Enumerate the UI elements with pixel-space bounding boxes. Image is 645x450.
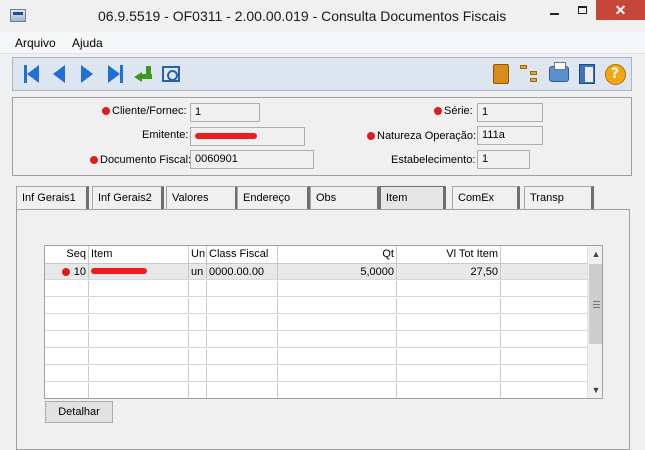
previous-record-button[interactable] (48, 63, 70, 85)
enter-button[interactable] (132, 63, 154, 85)
tree-button[interactable] (519, 63, 541, 85)
first-record-button[interactable] (20, 63, 42, 85)
toolbar: ? (12, 57, 632, 91)
vertical-scrollbar[interactable]: ▲ ▼ (587, 246, 602, 398)
column-header-vl-tot-item[interactable]: Vl Tot Item (397, 246, 501, 263)
column-header-item[interactable]: Item (89, 246, 189, 263)
next-record-button[interactable] (76, 63, 98, 85)
enter-icon (134, 66, 152, 82)
scroll-up-arrow-icon[interactable]: ▲ (588, 246, 602, 262)
estabelecimento-field[interactable]: 1 (477, 150, 530, 169)
grid-header: Seq Item Un Class Fiscal Qt Vl Tot Item (45, 246, 587, 264)
last-record-button[interactable] (104, 63, 126, 85)
column-header-seq[interactable]: Seq (45, 246, 89, 263)
detalhar-button[interactable]: Detalhar (45, 401, 113, 423)
required-indicator (434, 107, 442, 115)
zoom-button[interactable] (160, 63, 182, 85)
menu-ajuda[interactable]: Ajuda (72, 36, 103, 50)
natureza-operacao-label: Natureza Operação: (377, 130, 477, 142)
natureza-operacao-field[interactable]: 111a (477, 126, 543, 145)
next-record-icon (81, 65, 93, 83)
column-header-un[interactable]: Un (189, 246, 207, 263)
title-bar: 06.9.5519 - OF0311 - 2.00.00.019 - Consu… (0, 0, 645, 32)
estabelecimento-label: Estabelecimento: (391, 154, 476, 166)
book-icon (493, 64, 509, 84)
required-indicator (102, 107, 110, 115)
class-fiscal-cell: 0000.00.00 (207, 264, 278, 279)
tab-bar: Inf Gerais1 Inf Gerais2 Valores Endereço… (16, 186, 630, 210)
redaction-mark (91, 268, 147, 275)
tab-valores[interactable]: Valores (166, 186, 238, 210)
cliente-label: Cliente/Fornec: (112, 105, 187, 117)
close-button[interactable]: ✕ (596, 0, 645, 20)
un-cell: un (189, 264, 207, 279)
seq-cell: 10 (45, 264, 89, 279)
serie-field[interactable]: 1 (477, 103, 543, 122)
column-header-qt[interactable]: Qt (278, 246, 397, 263)
menu-arquivo[interactable]: Arquivo (15, 36, 56, 50)
tab-transp[interactable]: Transp (524, 186, 594, 210)
book-button[interactable] (490, 63, 512, 85)
minimize-icon (549, 13, 559, 15)
vl-tot-item-cell: 27,50 (397, 264, 501, 279)
documento-fiscal-label: Documento Fiscal: (100, 154, 192, 166)
qt-cell: 5,0000 (278, 264, 397, 279)
table-row[interactable] (45, 298, 587, 314)
serie-label: Série: (444, 105, 473, 117)
previous-record-icon (53, 65, 65, 83)
cliente-field[interactable]: 1 (190, 103, 260, 122)
table-row[interactable] (45, 315, 587, 331)
close-icon: ✕ (614, 1, 627, 18)
tree-icon (520, 65, 540, 83)
maximize-button[interactable] (568, 0, 596, 20)
menu-bar: Arquivo Ajuda (0, 32, 645, 54)
table-row[interactable] (45, 281, 587, 297)
column-header-class-fiscal[interactable]: Class Fiscal (207, 246, 278, 263)
tab-inf-gerais1[interactable]: Inf Gerais1 (16, 186, 89, 210)
first-record-icon (23, 65, 39, 83)
required-indicator (90, 156, 98, 164)
emitente-field[interactable] (190, 127, 305, 146)
minimize-button[interactable] (540, 0, 568, 20)
table-row[interactable]: 10 un 0000.00.00 5,0000 27,50 (45, 264, 587, 280)
items-grid: Seq Item Un Class Fiscal Qt Vl Tot Item … (44, 245, 603, 399)
help-button[interactable]: ? (604, 63, 626, 85)
table-row[interactable] (45, 332, 587, 348)
help-icon: ? (604, 63, 626, 85)
emitente-label: Emitente: (142, 129, 189, 141)
tab-comex[interactable]: ComEx (452, 186, 520, 210)
last-record-icon (107, 65, 123, 83)
redaction-mark (195, 133, 257, 140)
print-icon (549, 62, 569, 82)
exit-button[interactable] (576, 63, 598, 85)
required-indicator (367, 132, 375, 140)
scroll-down-arrow-icon[interactable]: ▼ (588, 382, 602, 398)
exit-door-icon (579, 64, 595, 84)
seq-value: 10 (73, 266, 86, 278)
documento-fiscal-field[interactable]: 0060901 (190, 150, 314, 169)
scrollbar-thumb[interactable] (589, 264, 602, 344)
maximize-icon (577, 6, 587, 14)
window-title: 06.9.5519 - OF0311 - 2.00.00.019 - Consu… (98, 8, 507, 24)
table-row[interactable] (45, 366, 587, 382)
item-cell (89, 264, 189, 279)
app-window-icon (10, 9, 26, 22)
tab-obs[interactable]: Obs (310, 186, 380, 210)
table-row[interactable] (45, 383, 587, 398)
print-button[interactable] (548, 62, 570, 85)
tab-endereco[interactable]: Endereço (237, 186, 310, 210)
required-indicator (61, 268, 70, 277)
table-row[interactable] (45, 349, 587, 365)
document-header-panel: Cliente/Fornec: 1 Emitente: Documento Fi… (12, 97, 632, 176)
tab-inf-gerais2[interactable]: Inf Gerais2 (92, 186, 164, 210)
grip-icon (592, 300, 600, 308)
zoom-icon (162, 66, 180, 82)
tab-item[interactable]: Item (380, 186, 446, 210)
